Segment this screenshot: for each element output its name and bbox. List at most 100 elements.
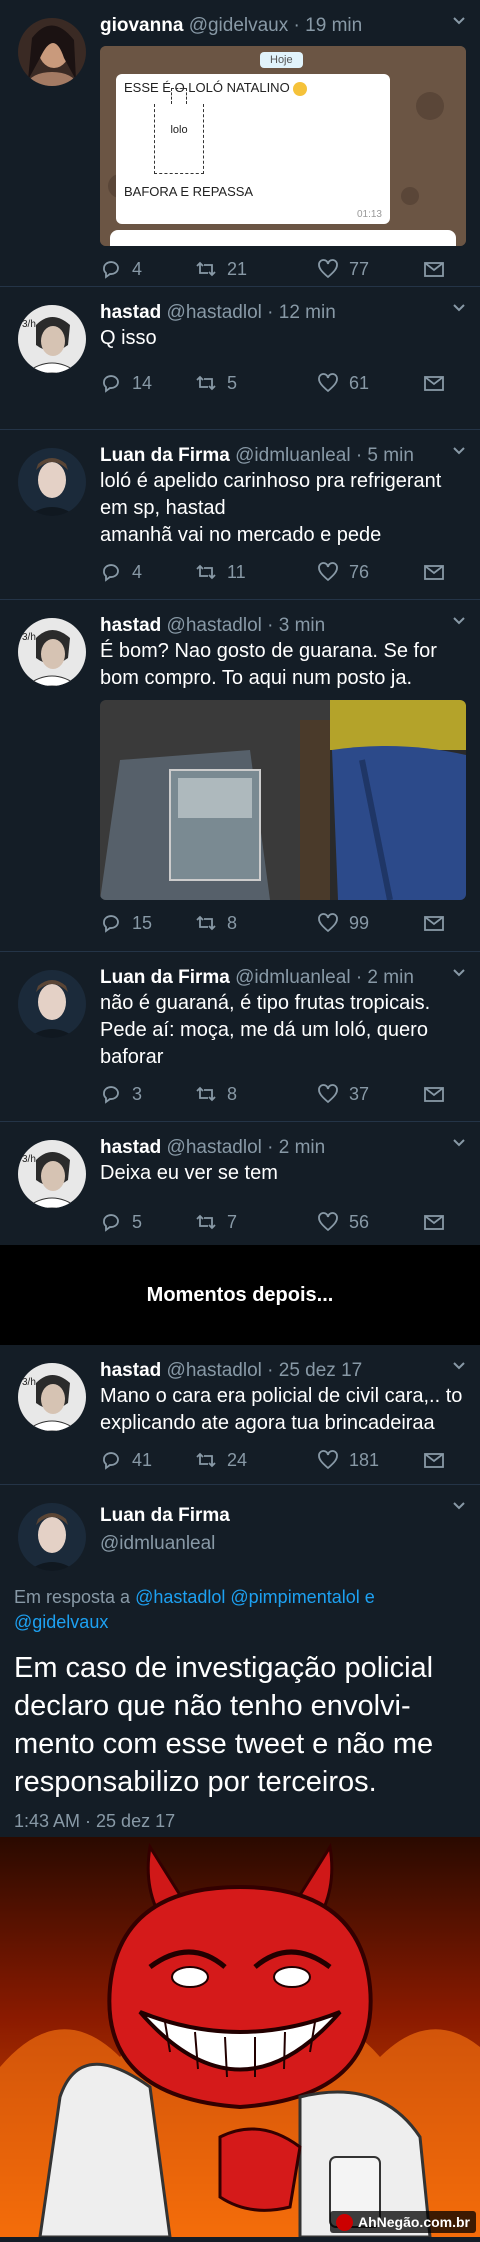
like-button[interactable]: 56 [317, 1211, 423, 1233]
chevron-down-icon[interactable] [452, 1499, 466, 1513]
reply-button[interactable]: 5 [100, 1211, 195, 1233]
tweet-actions: 41 24 181 [100, 1447, 466, 1473]
chat-time: 01:13 [356, 209, 382, 220]
dm-button[interactable] [423, 1211, 455, 1233]
author-name[interactable]: giovanna [100, 15, 183, 36]
section-divider: Momentos depois... [0, 1245, 480, 1345]
dm-button[interactable] [423, 372, 455, 394]
dm-button[interactable] [423, 561, 455, 583]
retweet-button[interactable]: 5 [195, 372, 317, 394]
reply-button[interactable]: 3 [100, 1083, 195, 1105]
retweet-button[interactable]: 21 [195, 258, 317, 280]
chevron-down-icon[interactable] [452, 444, 466, 458]
watermark: AhNegão.com.br [329, 2211, 476, 2233]
author-name[interactable]: hastad [100, 302, 161, 323]
dm-button[interactable] [423, 258, 455, 280]
chevron-down-icon[interactable] [452, 301, 466, 315]
chevron-down-icon[interactable] [452, 14, 466, 28]
chevron-down-icon[interactable] [452, 1136, 466, 1150]
tweet[interactable]: 3/h hastad @hastadlol · 2 min Deixa eu v… [0, 1122, 480, 1245]
avatar[interactable] [18, 970, 86, 1038]
retweet-icon [196, 1452, 216, 1468]
author-handle[interactable]: @hastadlol [167, 302, 262, 323]
tweet-actions: 4 11 76 [100, 559, 466, 585]
like-button[interactable]: 99 [317, 912, 423, 934]
reply-mention[interactable]: @gidelvaux [14, 1612, 108, 1632]
chevron-down-icon[interactable] [452, 966, 466, 980]
tweet[interactable]: Luan da Firma @idmluanleal · 2 min não é… [0, 952, 480, 1122]
avatar[interactable] [18, 1503, 86, 1571]
tweet-line: declaro que não tenho envolvi- [14, 1690, 411, 1722]
tweet-line: Pede aí: moça, me dá um loló, quero [100, 1019, 428, 1041]
avatar[interactable]: 3/h [18, 1140, 86, 1208]
reply-mentions[interactable]: @hastadlol @pimpimentalol e [135, 1587, 375, 1607]
author-name[interactable]: hastad [100, 1137, 161, 1158]
avatar[interactable]: 3/h [18, 305, 86, 373]
chevron-down-icon[interactable] [452, 1359, 466, 1373]
tweet-detail: Luan da Firma @idmluanleal Em resposta a… [0, 1485, 480, 1837]
tweet-line: Deixa eu ver se tem [100, 1162, 278, 1184]
chat-screenshot[interactable]: Hoje ESSE É O LOLÓ NATALINO lolo BAFORA … [100, 46, 466, 246]
timestamp: · 3 min [267, 615, 326, 636]
avatar[interactable] [18, 18, 86, 86]
author-handle[interactable]: @idmluanleal [235, 445, 350, 466]
chat-date-badge: Hoje [260, 52, 303, 68]
reply-button[interactable]: 4 [100, 561, 195, 583]
like-count: 99 [349, 912, 370, 933]
envelope-icon [424, 376, 444, 391]
timestamp: · 25 dez 17 [267, 1360, 363, 1381]
author-handle[interactable]: @idmluanleal [100, 1533, 466, 1555]
meme-image: AhNegão.com.br [0, 1837, 480, 2237]
tweet-actions: 4 21 77 [100, 256, 466, 282]
author-handle[interactable]: @idmluanleal [235, 967, 350, 988]
reply-button[interactable]: 41 [100, 1449, 195, 1471]
retweet-button[interactable]: 24 [195, 1449, 317, 1471]
tweet-photo[interactable] [100, 700, 466, 900]
like-button[interactable]: 37 [317, 1083, 423, 1105]
retweet-button[interactable]: 8 [195, 1083, 317, 1105]
like-button[interactable]: 181 [317, 1449, 423, 1471]
author-handle[interactable]: @gidelvaux [189, 15, 289, 36]
retweet-icon [196, 564, 216, 580]
tweet-line: Mano o cara era policial de civil cara,.… [100, 1385, 463, 1407]
like-button[interactable]: 77 [317, 258, 423, 280]
retweet-button[interactable]: 7 [195, 1211, 317, 1233]
tweet[interactable]: 3/h hastad @hastadlol · 25 dez 17 Mano o… [0, 1345, 480, 1485]
dm-button[interactable] [423, 912, 455, 934]
tweet[interactable]: Luan da Firma @idmluanleal · 5 min loló … [0, 430, 480, 600]
tweet-line: loló é apelido carinhoso pra refrigerant [100, 470, 442, 492]
like-button[interactable]: 61 [317, 372, 423, 394]
dm-button[interactable] [423, 1083, 455, 1105]
retweet-button[interactable]: 8 [195, 912, 317, 934]
retweet-button[interactable]: 11 [195, 561, 317, 583]
author-name[interactable]: Luan da Firma [100, 967, 230, 988]
author-handle[interactable]: @hastadlol [167, 1360, 262, 1381]
envelope-icon [424, 916, 444, 931]
reply-button[interactable]: 4 [100, 258, 195, 280]
tweet[interactable]: 3/h hastad @hastadlol · 3 min É bom? Nao… [0, 600, 480, 952]
chat-line-2: BAFORA E REPASSA [124, 183, 254, 199]
author-handle[interactable]: @hastadlol [167, 615, 262, 636]
tweet-line: baforar [100, 1046, 164, 1068]
author-name[interactable]: Luan da Firma [100, 445, 230, 466]
reply-count: 41 [132, 1449, 153, 1470]
like-button[interactable]: 76 [317, 561, 423, 583]
author-name[interactable]: Luan da Firma [100, 1505, 466, 1527]
tweet[interactable]: 3/h hastad @hastadlol · 12 min Q isso 14… [0, 287, 480, 430]
reply-icon [103, 564, 119, 582]
author-name[interactable]: hastad [100, 615, 161, 636]
chevron-down-icon[interactable] [452, 614, 466, 628]
dm-button[interactable] [423, 1449, 455, 1471]
reply-button[interactable]: 15 [100, 912, 195, 934]
retweet-icon [196, 1086, 216, 1102]
trollface-devil-illustration [0, 1837, 480, 2237]
avatar[interactable]: 3/h [18, 1363, 86, 1431]
avatar[interactable] [18, 448, 86, 516]
tweet[interactable]: giovanna @gidelvaux · 19 min Hoje ESSE É… [0, 0, 480, 287]
author-name[interactable]: hastad [100, 1360, 161, 1381]
author-handle[interactable]: @hastadlol [167, 1137, 262, 1158]
reply-button[interactable]: 14 [100, 372, 195, 394]
avatar[interactable]: 3/h [18, 618, 86, 686]
heart-icon [318, 913, 338, 933]
reply-icon [103, 1214, 119, 1232]
